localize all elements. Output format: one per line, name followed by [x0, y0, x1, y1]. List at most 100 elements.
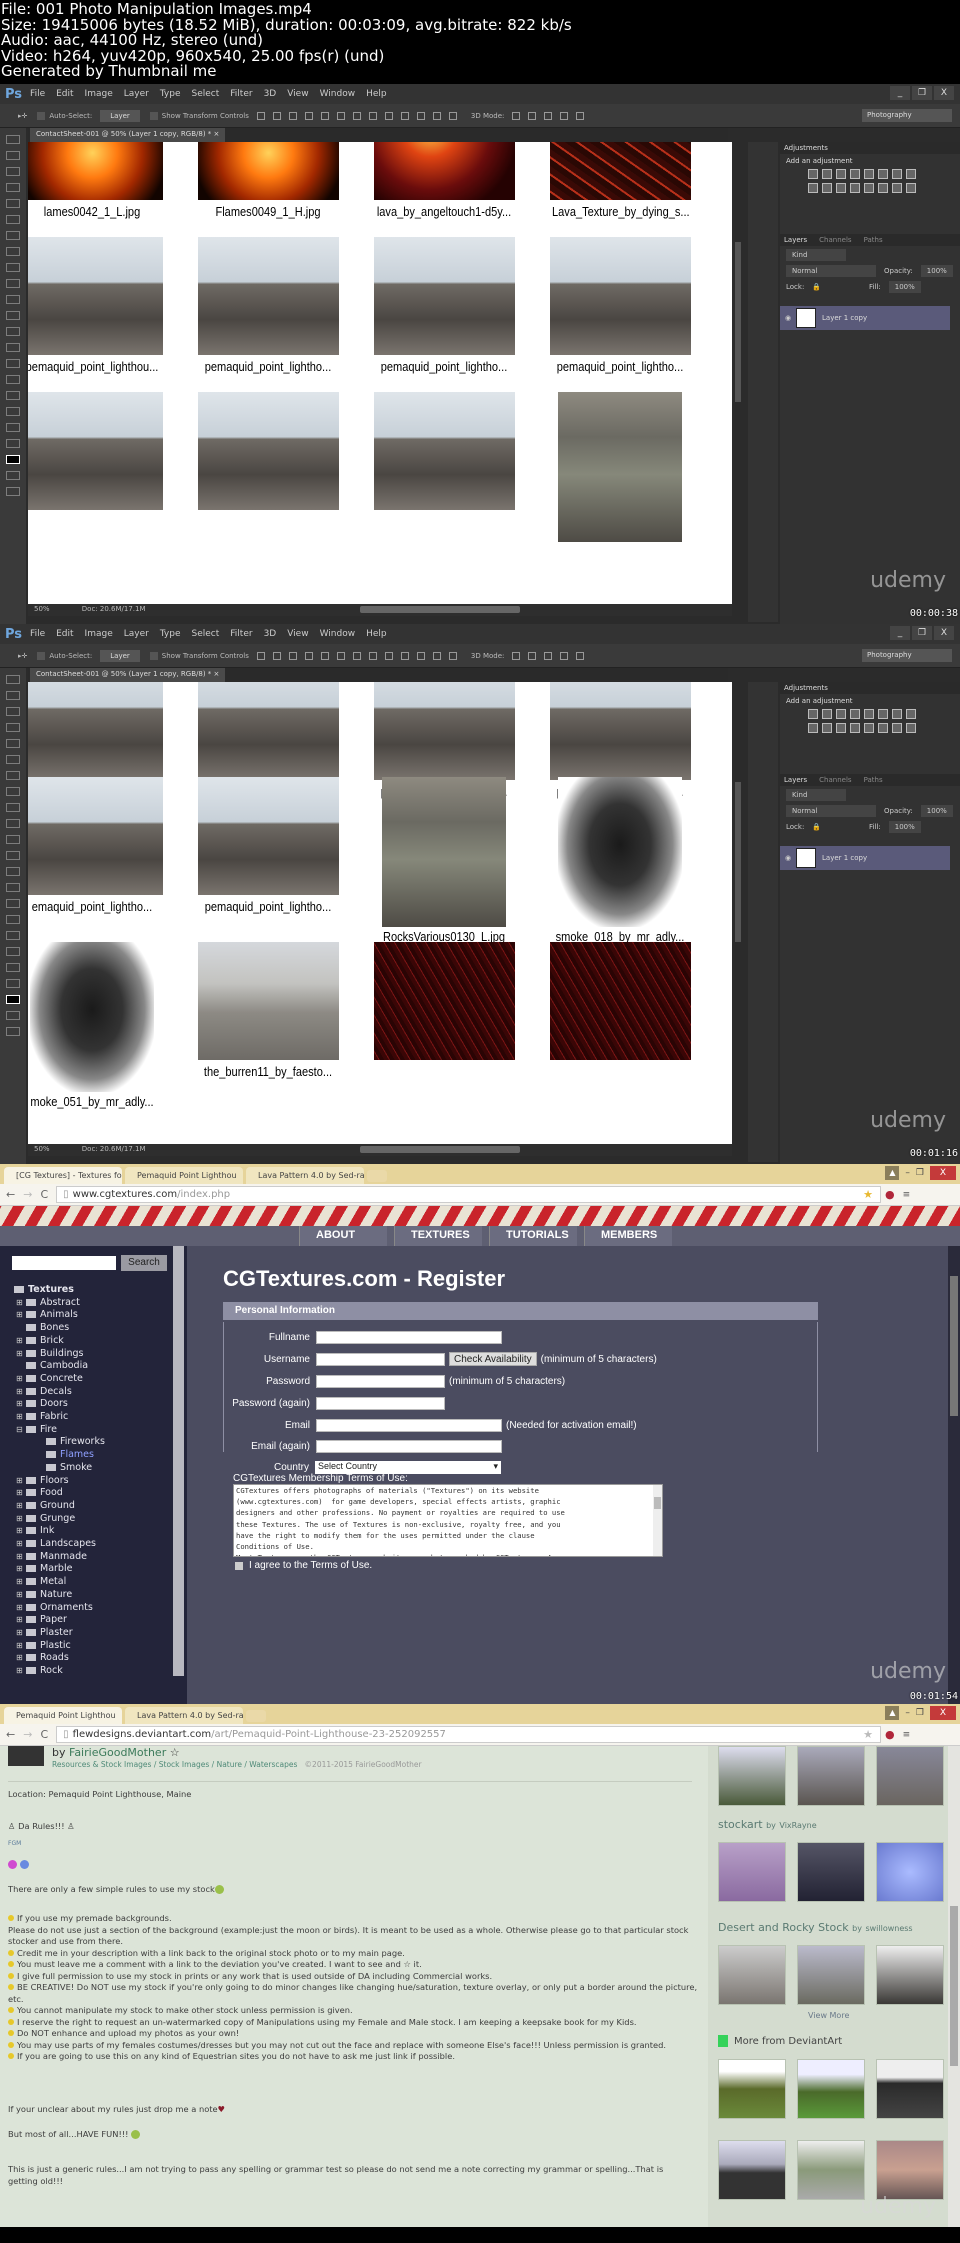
- brightness-icon[interactable]: [808, 709, 818, 719]
- tree-item[interactable]: Smoke: [12, 1462, 105, 1475]
- history-brush-icon[interactable]: [6, 279, 20, 288]
- tree-item[interactable]: Bones: [12, 1322, 105, 1335]
- opacity-field[interactable]: 100%: [920, 805, 953, 817]
- close-button[interactable]: X: [934, 86, 954, 100]
- tree-item[interactable]: ⊞ Grunge: [12, 1513, 105, 1526]
- tree-item[interactable]: ⊞ Plastic: [12, 1640, 105, 1653]
- expand-toggle-icon[interactable]: ⊞: [16, 1665, 24, 1678]
- screen-mode-icon[interactable]: [6, 1027, 20, 1036]
- invert-icon[interactable]: [850, 183, 860, 193]
- expand-toggle-icon[interactable]: ⊞: [16, 1500, 24, 1513]
- browser-tab[interactable]: [CG Textures] - Textures fo×: [4, 1167, 122, 1184]
- move-tool-icon[interactable]: ▸✛: [18, 112, 27, 120]
- type-tool-icon[interactable]: [6, 375, 20, 384]
- expand-toggle-icon[interactable]: ⊞: [16, 1386, 24, 1399]
- back-icon[interactable]: ←: [6, 1188, 15, 1201]
- brush-tool-icon[interactable]: [6, 247, 20, 256]
- expand-toggle-icon[interactable]: ⊞: [16, 1309, 24, 1322]
- auto-align-icon[interactable]: [448, 111, 457, 120]
- back-icon[interactable]: ←: [6, 1728, 15, 1741]
- layers-tab[interactable]: Layers: [784, 236, 807, 244]
- align-top-icon[interactable]: [256, 111, 265, 120]
- breadcrumb-links[interactable]: Resources & Stock Images / Stock Images …: [52, 1760, 297, 1769]
- menu-edit[interactable]: Edit: [56, 89, 73, 99]
- align-right-icon[interactable]: [336, 111, 345, 120]
- distribute-hcenter-icon[interactable]: [416, 111, 425, 120]
- show-transform-checkbox[interactable]: [149, 111, 158, 120]
- tree-item[interactable]: ⊞ Metal: [12, 1576, 105, 1589]
- levels-icon[interactable]: [822, 169, 832, 179]
- hue-saturation-icon[interactable]: [878, 169, 888, 179]
- distribute-top-icon[interactable]: [352, 111, 361, 120]
- distribute-vcenter-icon[interactable]: [368, 651, 377, 660]
- 3d-roll-icon[interactable]: [528, 651, 537, 660]
- related-thumbnail[interactable]: [797, 2059, 865, 2119]
- curves-icon[interactable]: [836, 169, 846, 179]
- menu-image[interactable]: Image: [85, 89, 113, 99]
- expand-toggle-icon[interactable]: ⊟: [16, 1424, 24, 1437]
- restore-button[interactable]: ❐: [912, 86, 932, 100]
- minimize-button[interactable]: –: [905, 1168, 910, 1178]
- tree-item[interactable]: Fireworks: [12, 1436, 105, 1449]
- related-thumbnail[interactable]: [797, 1945, 865, 2005]
- distribute-right-icon[interactable]: [432, 651, 441, 660]
- related-thumbnail[interactable]: [876, 2059, 944, 2119]
- contact-sheet-canvas[interactable]: emaquid_point_lightho... pemaquid_point_l…: [28, 682, 732, 1144]
- tree-item[interactable]: ⊞ Doors: [12, 1398, 105, 1411]
- menu-3d[interactable]: 3D: [264, 89, 277, 99]
- 3d-slide-icon[interactable]: [560, 651, 569, 660]
- distribute-bottom-icon[interactable]: [384, 111, 393, 120]
- lasso-tool-icon[interactable]: [6, 707, 20, 716]
- expand-toggle-icon[interactable]: ⊞: [16, 1348, 24, 1361]
- tree-item[interactable]: ⊞ Roads: [12, 1652, 105, 1665]
- author-link[interactable]: FairieGoodMother: [69, 1746, 166, 1759]
- 3d-pan-icon[interactable]: [544, 651, 553, 660]
- expand-toggle-icon[interactable]: ⊞: [16, 1525, 24, 1538]
- page-scrollbar[interactable]: [948, 1746, 960, 2227]
- tree-item[interactable]: ⊞ Nature: [12, 1589, 105, 1602]
- history-brush-icon[interactable]: [6, 819, 20, 828]
- username-input[interactable]: [316, 1352, 445, 1366]
- paths-tab[interactable]: Paths: [864, 236, 883, 244]
- filter-kind-dropdown[interactable]: Kind: [786, 249, 846, 261]
- eyedropper-tool-icon[interactable]: [6, 215, 20, 224]
- layers-tab[interactable]: Layers: [784, 776, 807, 784]
- 3d-roll-icon[interactable]: [528, 111, 537, 120]
- stamp-tool-icon[interactable]: [6, 803, 20, 812]
- forward-icon[interactable]: →: [23, 1728, 32, 1741]
- adjustments-tab[interactable]: Adjustments: [784, 684, 828, 692]
- expand-toggle-icon[interactable]: ⊞: [16, 1411, 24, 1424]
- user-profile-icon[interactable]: ▲: [885, 1706, 900, 1720]
- layer-item[interactable]: ◉ Layer 1 copy: [780, 306, 950, 330]
- channel-mixer-icon[interactable]: [822, 183, 832, 193]
- tree-item[interactable]: ⊞ Marble: [12, 1563, 105, 1576]
- password-input[interactable]: [316, 1374, 445, 1388]
- menu-window[interactable]: Window: [320, 629, 356, 639]
- gradient-map-icon[interactable]: [906, 723, 916, 733]
- fill-field[interactable]: 100%: [888, 821, 921, 833]
- related-thumbnail[interactable]: [797, 2140, 865, 2200]
- new-tab-button[interactable]: [367, 1170, 387, 1182]
- agree-checkbox[interactable]: [235, 1561, 243, 1570]
- password-again-input[interactable]: [316, 1396, 445, 1410]
- align-top-icon[interactable]: [256, 651, 265, 660]
- close-window-button[interactable]: X: [930, 1706, 956, 1720]
- browser-tab[interactable]: Lava Pattern 4.0 by Sed-ra×: [246, 1167, 364, 1184]
- tree-item[interactable]: ⊟ Fire: [12, 1424, 105, 1437]
- distribute-left-icon[interactable]: [400, 111, 409, 120]
- threshold-icon[interactable]: [878, 183, 888, 193]
- menu-help[interactable]: Help: [366, 629, 387, 639]
- type-tool-icon[interactable]: [6, 915, 20, 924]
- group-author[interactable]: swillowness: [865, 1924, 912, 1933]
- group-name[interactable]: stockart: [718, 1818, 763, 1831]
- eraser-tool-icon[interactable]: [6, 295, 20, 304]
- color-balance-icon[interactable]: [892, 169, 902, 179]
- expand-toggle-icon[interactable]: ⊞: [16, 1576, 24, 1589]
- menu-select[interactable]: Select: [192, 89, 220, 99]
- expand-toggle-icon[interactable]: ⊞: [16, 1475, 24, 1488]
- menu-layer[interactable]: Layer: [124, 89, 149, 99]
- posterize-icon[interactable]: [864, 723, 874, 733]
- quick-mask-icon[interactable]: [6, 471, 20, 480]
- menu-icon[interactable]: ≡: [903, 1730, 911, 1740]
- menu-filter[interactable]: Filter: [230, 629, 252, 639]
